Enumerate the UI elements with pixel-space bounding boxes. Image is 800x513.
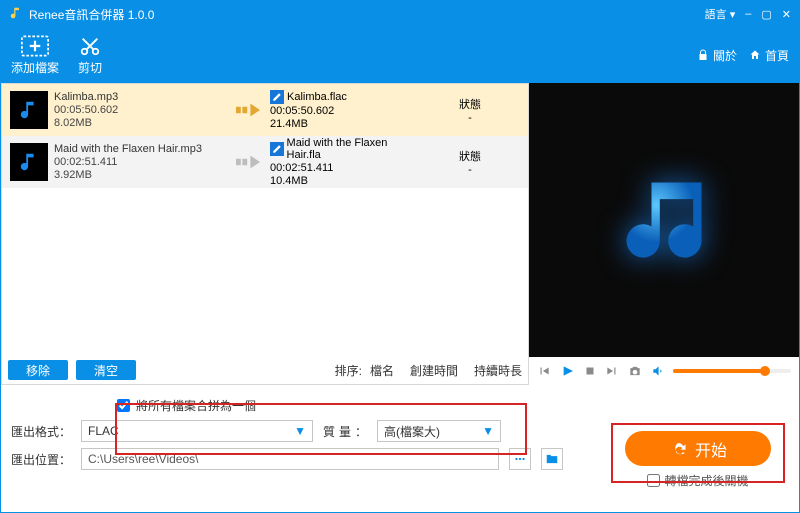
shutdown-after-checkbox[interactable]: 轉檔完成後關機 bbox=[647, 472, 748, 489]
toolbar: 添加檔案 剪切 關於 首頁 bbox=[1, 27, 799, 83]
file-thumb-icon bbox=[10, 91, 48, 129]
src-duration: 00:05:50.602 bbox=[54, 104, 234, 116]
src-filename: Kalimba.mp3 bbox=[54, 91, 234, 103]
sort-prefix: 排序: bbox=[335, 362, 362, 379]
stop-button[interactable] bbox=[583, 364, 597, 378]
chevron-down-icon: ▼ bbox=[294, 424, 306, 438]
about-link[interactable]: 關於 bbox=[697, 47, 737, 64]
volume-slider[interactable] bbox=[673, 369, 791, 373]
convert-arrow-icon bbox=[234, 101, 270, 119]
play-button[interactable] bbox=[559, 363, 575, 379]
close-button[interactable]: ✕ bbox=[782, 8, 791, 21]
start-button[interactable]: 开始 bbox=[625, 431, 771, 466]
dst-size: 10.4MB bbox=[270, 175, 420, 187]
language-menu[interactable]: 語言 ▾ bbox=[705, 6, 736, 22]
clear-button[interactable]: 清空 bbox=[76, 360, 136, 380]
ellipsis-icon bbox=[513, 452, 527, 466]
sort-by-name[interactable]: 檔名 bbox=[370, 362, 394, 379]
file-list: Kalimba.mp3 00:05:50.602 8.02MB Kalimba.… bbox=[2, 84, 528, 356]
file-row[interactable]: Kalimba.mp3 00:05:50.602 8.02MB Kalimba.… bbox=[2, 84, 528, 136]
convert-arrow-icon bbox=[234, 153, 270, 171]
status-label: 狀態 bbox=[420, 148, 520, 164]
path-label: 匯出位置： bbox=[11, 451, 71, 468]
dst-size: 21.4MB bbox=[270, 118, 420, 130]
list-controls: 移除 清空 排序: 檔名 創建時間 持續時長 bbox=[2, 356, 528, 384]
cut-label: 剪切 bbox=[78, 59, 102, 76]
home-link[interactable]: 首頁 bbox=[749, 47, 789, 64]
file-panel: Kalimba.mp3 00:05:50.602 8.02MB Kalimba.… bbox=[1, 83, 529, 385]
music-note-icon bbox=[614, 170, 714, 270]
volume-icon[interactable] bbox=[651, 364, 665, 378]
maximize-button[interactable]: ▢ bbox=[761, 8, 771, 21]
src-filename: Maid with the Flaxen Hair.mp3 bbox=[54, 143, 234, 155]
format-select[interactable]: FLAC ▼ bbox=[81, 420, 313, 442]
minimize-button[interactable]: – bbox=[745, 8, 751, 20]
prev-button[interactable] bbox=[537, 364, 551, 378]
format-label: 匯出格式： bbox=[11, 423, 71, 440]
dst-duration: 00:05:50.602 bbox=[270, 105, 420, 117]
browse-folder-button[interactable] bbox=[541, 448, 563, 470]
lock-icon bbox=[697, 49, 709, 61]
app-title: Renee音訊合併器 1.0.0 bbox=[29, 6, 154, 23]
src-duration: 00:02:51.411 bbox=[54, 156, 234, 168]
file-row[interactable]: Maid with the Flaxen Hair.mp3 00:02:51.4… bbox=[2, 136, 528, 188]
dst-filename: Maid with the Flaxen Hair.fla bbox=[287, 137, 420, 161]
next-button[interactable] bbox=[605, 364, 619, 378]
cut-button[interactable]: 剪切 bbox=[77, 31, 103, 79]
preview-panel bbox=[529, 83, 799, 385]
src-size: 3.92MB bbox=[54, 169, 234, 181]
player-controls bbox=[529, 357, 799, 385]
add-file-label: 添加檔案 bbox=[11, 59, 59, 76]
refresh-icon bbox=[669, 440, 687, 458]
folder-icon bbox=[545, 452, 559, 466]
sort-by-duration[interactable]: 持續時長 bbox=[474, 362, 522, 379]
edit-icon[interactable] bbox=[270, 142, 284, 156]
quality-label: 質量： bbox=[323, 423, 367, 440]
src-size: 8.02MB bbox=[54, 117, 234, 129]
chevron-down-icon: ▼ bbox=[482, 424, 494, 438]
dst-duration: 00:02:51.411 bbox=[270, 162, 420, 174]
sort-by-created[interactable]: 創建時間 bbox=[410, 362, 458, 379]
quality-select[interactable]: 高(檔案大) ▼ bbox=[377, 420, 501, 442]
app-logo-icon bbox=[9, 6, 23, 23]
title-bar: Renee音訊合併器 1.0.0 語言 ▾ – ▢ ✕ bbox=[1, 1, 799, 27]
merge-all-checkbox[interactable]: 將所有檔案合拼為一個 bbox=[117, 397, 256, 414]
edit-icon[interactable] bbox=[270, 90, 284, 104]
status-label: 狀態 bbox=[420, 96, 520, 112]
output-path-input[interactable]: C:\Users\ree\Videos\ bbox=[81, 448, 499, 470]
open-path-button[interactable] bbox=[509, 448, 531, 470]
status-value: - bbox=[420, 164, 520, 176]
snapshot-button[interactable] bbox=[627, 364, 643, 378]
status-value: - bbox=[420, 112, 520, 124]
file-thumb-icon bbox=[10, 143, 48, 181]
remove-button[interactable]: 移除 bbox=[8, 360, 68, 380]
home-icon bbox=[749, 49, 761, 61]
add-file-button[interactable]: 添加檔案 bbox=[11, 31, 59, 79]
preview-canvas bbox=[529, 83, 799, 357]
dst-filename: Kalimba.flac bbox=[287, 91, 347, 103]
